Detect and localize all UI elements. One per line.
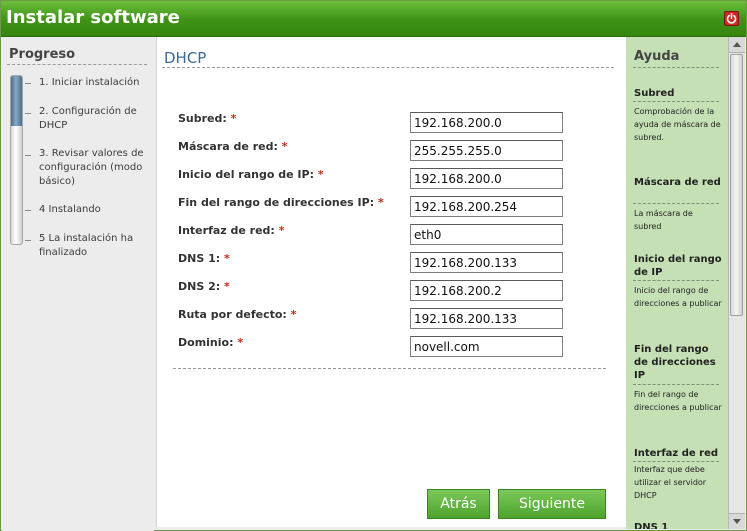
range-start-label: Inicio del rango de IP: * bbox=[178, 168, 324, 181]
power-icon bbox=[726, 13, 737, 24]
progress-panel: Progreso 1. Iniciar instalación 2. Confi… bbox=[2, 37, 154, 531]
step-tick bbox=[25, 210, 31, 211]
step-tick bbox=[25, 240, 31, 241]
progress-step-2: 2. Configuración de DHCP bbox=[39, 106, 137, 131]
divider bbox=[162, 67, 614, 68]
range-start-field[interactable] bbox=[410, 168, 563, 189]
dns2-label: DNS 2: * bbox=[178, 280, 230, 293]
dns1-label: DNS 1: * bbox=[178, 252, 230, 265]
help-text-range-start: Inicio del rango de direcciones a public… bbox=[634, 286, 722, 308]
range-end-field[interactable] bbox=[410, 196, 563, 217]
divider bbox=[633, 67, 719, 68]
divider bbox=[633, 280, 719, 281]
step-tick bbox=[25, 155, 31, 156]
divider bbox=[633, 461, 719, 462]
dns2-field[interactable] bbox=[410, 280, 563, 301]
help-heading-range-end: Fin del rango de direcciones IP bbox=[634, 344, 716, 381]
scroll-thumb[interactable] bbox=[730, 54, 743, 316]
progress-title: Progreso bbox=[9, 47, 76, 62]
help-text-range-end: Fin del rango de direcciones a publicar bbox=[634, 390, 722, 412]
domain-label: Dominio: * bbox=[178, 336, 244, 349]
help-heading-interface: Interfaz de red bbox=[634, 448, 719, 459]
progress-step-5: 5 La instalación ha finalizado bbox=[39, 233, 134, 258]
subnet-field[interactable] bbox=[410, 112, 563, 133]
progress-step-4: 4 Instalando bbox=[39, 204, 101, 215]
next-button[interactable]: Siguiente bbox=[498, 489, 606, 519]
step-tick bbox=[25, 83, 31, 84]
scroll-down-button[interactable] bbox=[729, 513, 745, 529]
help-title: Ayuda bbox=[634, 49, 680, 64]
help-text-netmask: La máscara de subred bbox=[634, 209, 693, 231]
range-end-label: Fin del rango de direcciones IP: * bbox=[178, 196, 384, 209]
step-tick bbox=[25, 113, 31, 114]
help-heading-range-start: Inicio del rango de IP bbox=[634, 254, 722, 278]
progress-bar-fill bbox=[11, 76, 22, 127]
arrow-up-icon bbox=[733, 42, 741, 47]
install-software-window: Instalar software Progreso 1. Iniciar in… bbox=[0, 0, 747, 531]
page-title: DHCP bbox=[164, 49, 207, 67]
help-heading-subnet: Subred bbox=[634, 88, 675, 99]
divider bbox=[633, 384, 719, 385]
progress-bar bbox=[10, 75, 23, 245]
help-scrollbar[interactable] bbox=[728, 37, 745, 529]
interface-label: Interfaz de red: * bbox=[178, 224, 285, 237]
netmask-label: Máscara de red: * bbox=[178, 140, 288, 153]
progress-step-1: 1. Iniciar instalación bbox=[39, 77, 140, 88]
default-route-field[interactable] bbox=[410, 308, 563, 329]
divider bbox=[633, 101, 719, 102]
arrow-down-icon bbox=[733, 519, 741, 524]
scroll-up-button[interactable] bbox=[729, 37, 745, 53]
main-panel: DHCP Subred: * Máscara de red: * Inicio … bbox=[156, 37, 627, 527]
divider bbox=[173, 368, 606, 369]
interface-field[interactable] bbox=[410, 224, 563, 245]
divider bbox=[7, 64, 147, 65]
window-title: Instalar software bbox=[6, 7, 180, 28]
netmask-field[interactable] bbox=[410, 140, 563, 161]
progress-step-3: 3. Revisar valores de configuración (mod… bbox=[39, 148, 144, 187]
title-bar: Instalar software bbox=[1, 1, 746, 37]
help-heading-netmask: Máscara de red bbox=[634, 177, 721, 188]
dns1-field[interactable] bbox=[410, 252, 563, 273]
domain-field[interactable] bbox=[410, 336, 563, 357]
help-text-interface: Interfaz que debe utilizar el servidor D… bbox=[634, 465, 707, 500]
help-text-subnet: Comprobación de la ayuda de máscara de s… bbox=[634, 107, 721, 142]
default-route-label: Ruta por defecto: * bbox=[178, 308, 297, 321]
close-button[interactable] bbox=[724, 11, 739, 26]
help-heading-dns1: DNS 1 bbox=[634, 522, 669, 529]
subnet-label: Subred: * bbox=[178, 112, 237, 125]
back-button[interactable]: Atrás bbox=[427, 489, 490, 519]
help-panel: Ayuda Subred Comprobación de la ayuda de… bbox=[626, 37, 728, 529]
divider bbox=[633, 203, 719, 204]
